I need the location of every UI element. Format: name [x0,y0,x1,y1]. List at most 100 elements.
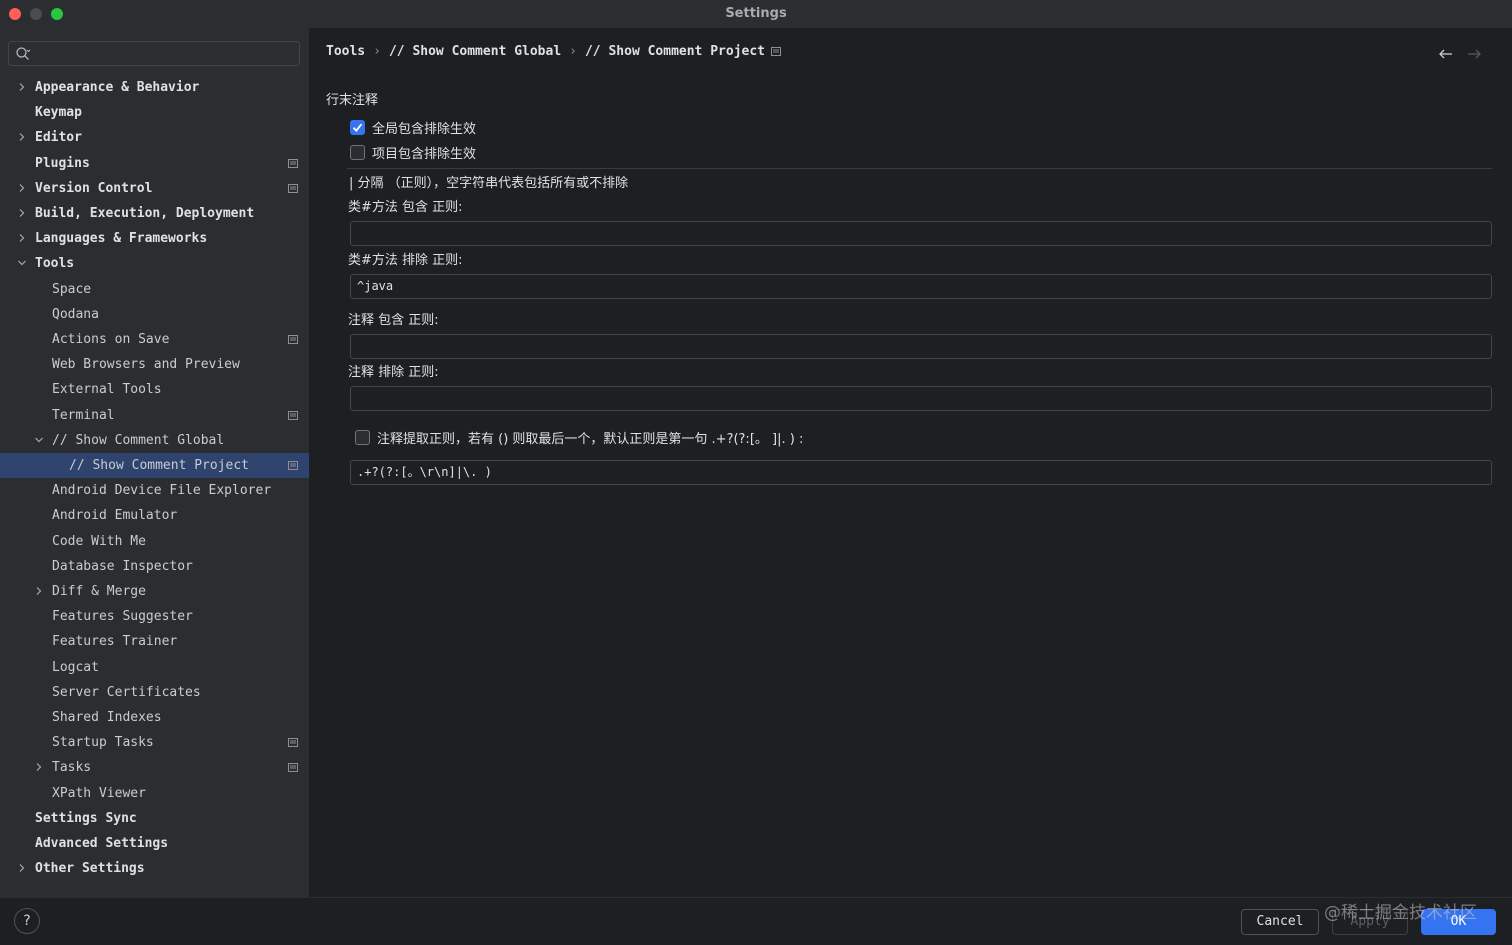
doc-exclude-label: 注释 排除 正则: [348,365,439,380]
doc-include-regex-field[interactable] [350,334,1492,359]
project-scope-icon [288,159,298,168]
sidebar-item-label: Actions on Save [52,332,170,347]
sidebar-item[interactable]: Server Certificates [0,680,309,705]
breadcrumb-item[interactable]: Tools [326,44,365,59]
project-include-exclude-checkbox[interactable]: 项目包含排除生效 [350,143,476,162]
sidebar-item-label: Advanced Settings [35,836,169,851]
class-include-regex-field[interactable] [350,221,1492,246]
sidebar-item[interactable]: Editor [0,125,309,150]
chevron-right-icon[interactable] [17,183,27,193]
checkbox-unchecked[interactable] [350,144,365,160]
breadcrumb-item[interactable]: // Show Comment Global [389,44,561,59]
sidebar-item[interactable]: Tools [0,251,309,276]
breadcrumb-item: // Show Comment Project [584,44,765,59]
sidebar-item[interactable]: Features Trainer [0,629,309,654]
class-include-label: 类#方法 包含 正则: [348,200,463,215]
window-title: Settings [725,6,787,21]
sidebar-item[interactable]: Tasks [0,755,309,780]
chevron-right-icon[interactable] [17,863,27,873]
sidebar-item[interactable]: Logcat [0,655,309,680]
sidebar-item-label: Build, Execution, Deployment [35,206,255,221]
global-include-exclude-checkbox[interactable]: 全局包含排除生效 [350,118,477,137]
section-title: 行末注释 [326,93,379,108]
sidebar-item[interactable]: Code With Me [0,529,309,554]
doc-include-label: 注释 包含 正则: [348,313,439,328]
sidebar-item[interactable]: Build, Execution, Deployment [0,201,309,226]
title-bar: Settings [0,0,1512,28]
sidebar-item-label: Startup Tasks [52,735,154,750]
chevron-right-icon: › [569,44,577,59]
sidebar-item[interactable]: External Tools [0,377,309,402]
chevron-right-icon[interactable] [34,586,44,596]
chevron-right-icon[interactable] [17,82,27,92]
sidebar-item[interactable]: Web Browsers and Preview [0,352,309,377]
regex-hint: | 分隔 （正则），空字符串代表包括所有或不排除 [349,176,629,191]
sidebar-item[interactable]: Actions on Save [0,327,309,352]
sidebar-item-label: Logcat [52,660,99,675]
sidebar-item[interactable]: Languages & Frameworks [0,226,309,251]
chevron-right-icon[interactable] [17,208,27,218]
checkbox-checked[interactable] [350,119,365,135]
sidebar-item-label: Android Device File Explorer [52,483,272,498]
sidebar-item[interactable]: Startup Tasks [0,730,309,755]
sidebar-item[interactable]: Keymap [0,100,309,125]
project-scope-icon [288,335,298,344]
sidebar-item[interactable]: Space [0,277,309,302]
chevron-right-icon[interactable] [17,132,27,142]
checkbox-label: 全局包含排除生效 [372,121,477,137]
search-input[interactable] [8,41,300,66]
sidebar-item[interactable]: Appearance & Behavior [0,75,309,100]
back-arrow-icon[interactable] [1438,46,1454,62]
sidebar-item[interactable]: Shared Indexes [0,705,309,730]
help-button[interactable]: ? [14,908,40,934]
doc-regex-field[interactable]: .+?(?:[。\r\n]|\. ) [350,460,1492,485]
cancel-button[interactable]: Cancel [1241,909,1319,935]
doc-exclude-regex-field[interactable] [350,386,1492,411]
sidebar-item[interactable]: Android Device File Explorer [0,478,309,503]
sidebar-item[interactable]: Other Settings [0,856,309,881]
chevron-right-icon[interactable] [17,233,27,243]
class-exclude-regex-field[interactable]: ^java [350,274,1492,299]
sidebar-item[interactable]: Version Control [0,176,309,201]
chevron-down-icon[interactable] [17,258,27,268]
sidebar-item[interactable]: Terminal [0,403,309,428]
sidebar-item-label: Features Trainer [52,634,178,649]
sidebar-item[interactable]: Plugins [0,151,309,176]
settings-sidebar: Appearance & Behavior Keymap Editor Plugins… [0,28,310,897]
checkbox-label: 注释提取正则，若有 () 则取最后一个，默认正则是第一句 .+?(?:[。 ]|… [377,431,804,447]
sidebar-item-label: Settings Sync [35,811,137,826]
sidebar-item[interactable]: Database Inspector [0,554,309,579]
chevron-down-icon[interactable] [34,435,44,445]
sidebar-item-label: // Show Comment Project [69,458,250,473]
forward-arrow-icon[interactable] [1466,46,1482,62]
sidebar-item[interactable]: // Show Comment Global [0,428,309,453]
sidebar-item-label: Qodana [52,307,99,322]
checkbox-unchecked[interactable] [355,429,370,445]
sidebar-item[interactable]: Qodana [0,302,309,327]
class-exclude-label: 类#方法 排除 正则: [348,253,463,268]
doc-regex-checkbox[interactable]: 注释提取正则，若有 () 则取最后一个，默认正则是第一句 .+?(?:[。 ]|… [355,428,804,447]
sidebar-item-label: Space [52,282,92,297]
sidebar-item-label: Tools [35,256,75,271]
sidebar-item[interactable]: Diff & Merge [0,579,309,604]
sidebar-item-label: Server Certificates [52,685,201,700]
sidebar-item-label: Shared Indexes [52,710,162,725]
breadcrumb: Tools › // Show Comment Global › // Show Com… [326,44,781,59]
sidebar-item-label: Keymap [35,105,82,120]
sidebar-item-label: Code With Me [52,534,146,549]
sidebar-item-label: Diff & Merge [52,584,146,599]
sidebar-item-label: Terminal [52,408,115,423]
sidebar-item[interactable]: Settings Sync [0,806,309,831]
sidebar-item[interactable]: XPath Viewer [0,781,309,806]
chevron-right-icon[interactable] [34,762,44,772]
sidebar-item[interactable]: Android Emulator [0,503,309,528]
sidebar-item-label: Other Settings [35,861,145,876]
dialog-footer: ? Cancel Apply OK @稀土掘金技术社区 [0,897,1512,945]
project-scope-icon [771,47,781,56]
sidebar-item-label: Tasks [52,760,92,775]
watermark: @稀土掘金技术社区 [1324,903,1477,923]
project-scope-icon [288,738,298,747]
sidebar-item[interactable]: Advanced Settings [0,831,309,856]
sidebar-item[interactable]: Features Suggester [0,604,309,629]
sidebar-item[interactable]: // Show Comment Project [0,453,309,478]
